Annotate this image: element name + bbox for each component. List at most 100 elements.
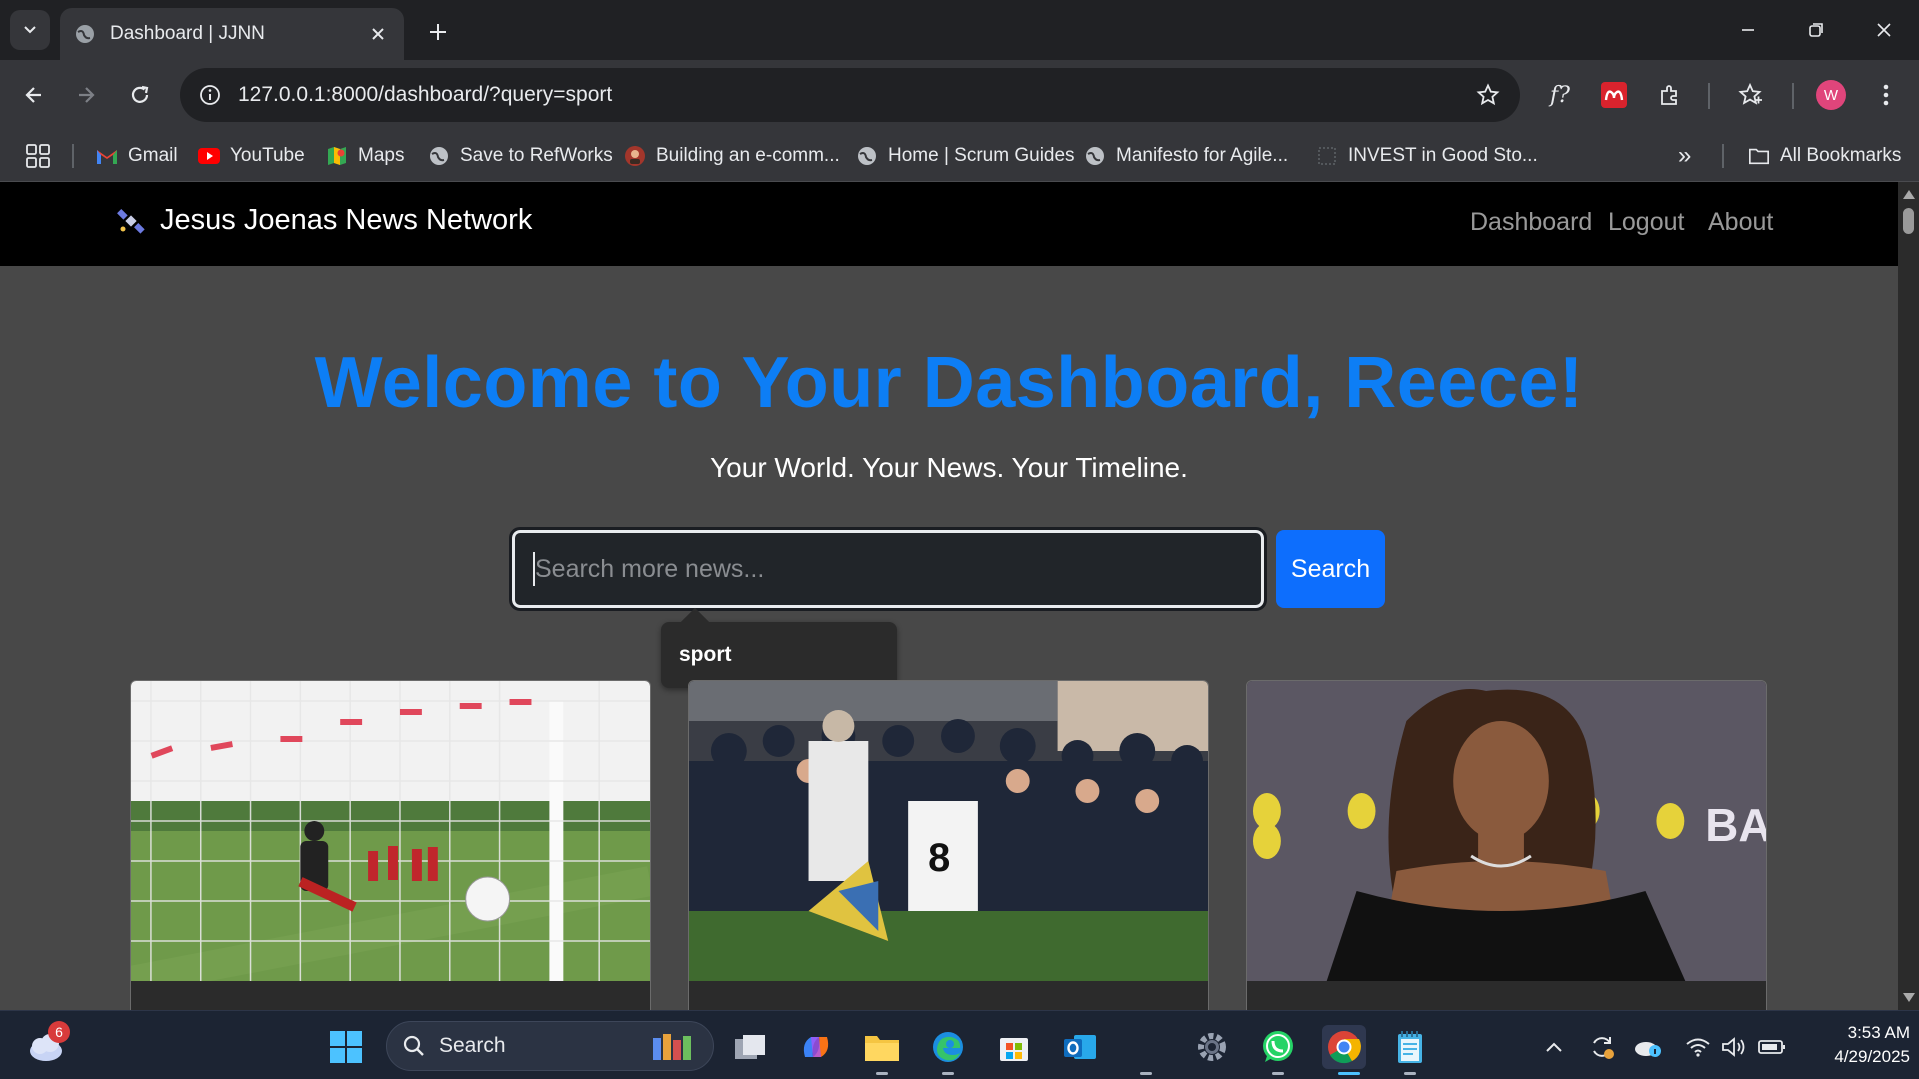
- battery-tray-button[interactable]: [1750, 1025, 1794, 1069]
- news-search-input[interactable]: [509, 527, 1267, 611]
- mendeley-extension-icon[interactable]: [1594, 75, 1634, 115]
- all-bookmarks-button[interactable]: All Bookmarks: [1748, 140, 1901, 172]
- bookmark-ecommerce[interactable]: Building an e-comm...: [624, 140, 840, 172]
- running-app-indicator: [942, 1072, 954, 1075]
- svg-text:BA: BA: [1705, 799, 1766, 851]
- menu-kebab-icon[interactable]: [1866, 75, 1906, 115]
- whatsapp-button[interactable]: [1256, 1025, 1300, 1069]
- taskbar-search-label: Search: [439, 1034, 506, 1057]
- bookmark-agile-manifesto[interactable]: Manifesto for Agile...: [1084, 140, 1288, 172]
- bookmark-maps[interactable]: Maps: [326, 140, 404, 172]
- bookmark-label: INVEST in Good Sto...: [1348, 145, 1538, 166]
- site-info-icon[interactable]: [194, 79, 226, 111]
- task-view-button[interactable]: [728, 1025, 772, 1069]
- profile-avatar[interactable]: W: [1816, 80, 1846, 110]
- whatsapp-icon: [1263, 1031, 1293, 1062]
- gear-icon: [1198, 1033, 1226, 1061]
- restore-button[interactable]: [1794, 10, 1838, 50]
- forward-button[interactable]: [66, 75, 106, 115]
- search-highlight-books-icon: [653, 1034, 691, 1060]
- edge-icon: [933, 1032, 963, 1062]
- bookmark-label: Save to RefWorks: [460, 145, 613, 166]
- taskbar-app-hidden[interactable]: [1124, 1025, 1168, 1069]
- page-scrollbar[interactable]: [1898, 182, 1919, 1010]
- address-bar[interactable]: 127.0.0.1:8000/dashboard/?query=sport: [180, 68, 1520, 122]
- sync-tray-button[interactable]: [1580, 1025, 1624, 1069]
- browser-tab-active[interactable]: Dashboard | JJNN: [60, 8, 404, 60]
- tab-search-button[interactable]: [10, 10, 50, 50]
- bookmarks-overflow-button[interactable]: »: [1678, 140, 1691, 172]
- close-window-button[interactable]: [1862, 10, 1906, 50]
- autocomplete-suggestion[interactable]: sport: [661, 622, 897, 688]
- site-navbar: Jesus Joenas News Network Dashboard Logo…: [0, 182, 1898, 266]
- bookmark-gmail[interactable]: Gmail: [96, 140, 178, 172]
- outlook-icon: [1064, 1035, 1096, 1059]
- copilot-icon: [803, 1037, 829, 1057]
- bookmark-invest[interactable]: INVEST in Good Sto...: [1316, 140, 1538, 172]
- windows-logo-icon: [330, 1031, 362, 1063]
- show-hidden-icons-button[interactable]: [1532, 1025, 1576, 1069]
- bookmark-star-icon[interactable]: [1468, 75, 1508, 115]
- extensions-puzzle-icon[interactable]: [1650, 75, 1690, 115]
- bookmarks-bar: Gmail YouTube Maps Save to RefWorks Buil…: [0, 130, 1919, 182]
- site-brand[interactable]: Jesus Joenas News Network: [116, 204, 532, 237]
- minimize-button[interactable]: [1726, 10, 1770, 50]
- running-app-indicator: [1140, 1072, 1152, 1075]
- start-button[interactable]: [324, 1025, 368, 1069]
- scroll-down-arrow-icon[interactable]: [1903, 993, 1915, 1002]
- notification-badge: 6: [48, 1021, 70, 1043]
- film-awards-red-carpet-photo: BA: [1247, 681, 1766, 981]
- close-icon: [1877, 23, 1891, 37]
- page-icon: [1316, 145, 1338, 167]
- system-clock[interactable]: 3:53 AM 4/29/2025: [1800, 1021, 1910, 1069]
- bookmark-refworks[interactable]: Save to RefWorks: [428, 140, 613, 172]
- text-caret: [533, 552, 535, 586]
- copilot-button[interactable]: [794, 1025, 838, 1069]
- bookmarks-separator: [72, 144, 74, 168]
- back-button[interactable]: [14, 75, 54, 115]
- favorites-star-icon[interactable]: [1730, 75, 1770, 115]
- avatar-icon: [624, 145, 646, 167]
- bookmark-youtube[interactable]: YouTube: [198, 140, 305, 172]
- apps-grid-icon[interactable]: [24, 142, 52, 170]
- bookmark-label: Gmail: [128, 145, 178, 166]
- taskbar-search-box[interactable]: Search: [386, 1021, 714, 1071]
- scrollbar-thumb[interactable]: [1903, 208, 1914, 234]
- clock-date: 4/29/2025: [1834, 1047, 1910, 1066]
- new-tab-button[interactable]: [420, 14, 456, 50]
- reload-button[interactable]: [120, 75, 160, 115]
- running-app-indicator: [1272, 1072, 1284, 1075]
- football-fans-crowd-photo: 8: [689, 681, 1208, 981]
- chevron-down-icon: [24, 26, 36, 34]
- notepad-button[interactable]: [1388, 1025, 1432, 1069]
- toolbar-separator: [1708, 83, 1710, 109]
- globe-icon: [1084, 145, 1106, 167]
- outlook-button[interactable]: [1058, 1025, 1102, 1069]
- scroll-up-arrow-icon[interactable]: [1903, 190, 1915, 199]
- notepad-icon: [1398, 1031, 1422, 1063]
- tab-strip: Dashboard | JJNN: [0, 0, 1919, 60]
- wifi-icon: [1686, 1038, 1710, 1057]
- news-card[interactable]: 8: [688, 680, 1209, 1010]
- tab-close-icon[interactable]: [366, 22, 390, 46]
- svg-text:8: 8: [928, 836, 950, 880]
- microsoft-store-button[interactable]: [992, 1025, 1036, 1069]
- battery-icon: [1758, 1040, 1785, 1054]
- search-button[interactable]: Search: [1276, 530, 1385, 608]
- news-card[interactable]: [130, 680, 651, 1010]
- speaker-icon: [1722, 1037, 1745, 1057]
- browser-toolbar: 127.0.0.1:8000/dashboard/?query=sport f?…: [0, 60, 1919, 130]
- nav-dashboard-link[interactable]: Dashboard: [1470, 208, 1592, 237]
- nav-about-link[interactable]: About: [1708, 208, 1773, 237]
- file-explorer-button[interactable]: [860, 1025, 904, 1069]
- settings-button[interactable]: [1190, 1025, 1234, 1069]
- suggestion-text: sport: [679, 643, 732, 666]
- chrome-button-active[interactable]: [1322, 1025, 1366, 1069]
- bookmark-scrum-guides[interactable]: Home | Scrum Guides: [856, 140, 1075, 172]
- bookmarks-separator: [1722, 144, 1724, 168]
- nav-logout-link[interactable]: Logout: [1608, 208, 1684, 237]
- edge-button[interactable]: [926, 1025, 970, 1069]
- function-extension-icon[interactable]: f?: [1540, 75, 1580, 115]
- news-card[interactable]: BA: [1246, 680, 1767, 1010]
- onedrive-tray-button[interactable]: [1626, 1025, 1670, 1069]
